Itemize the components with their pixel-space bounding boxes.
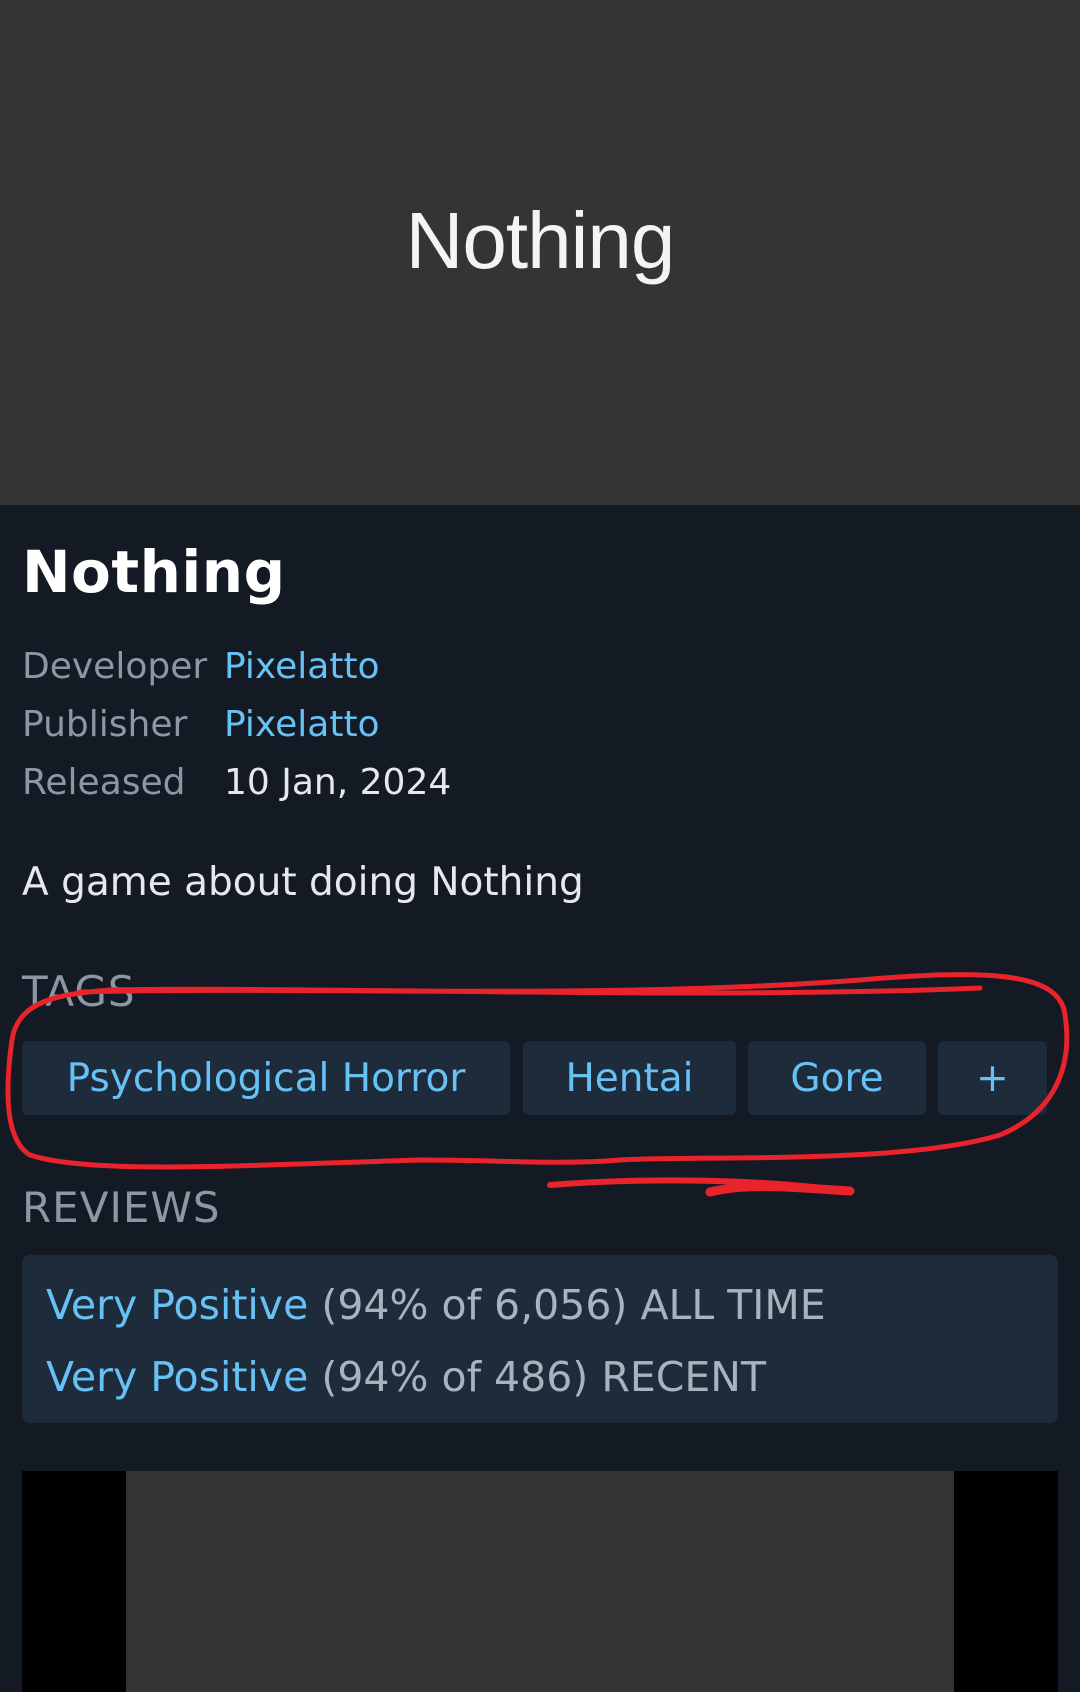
release-date: 10 Jan, 2024 (224, 762, 452, 803)
developer-row: Developer Pixelatto (22, 644, 380, 690)
reviews-heading: REVIEWS (22, 1183, 221, 1232)
tags-heading: TAGS (22, 967, 136, 1016)
review-all-time-detail: (94% of 6,056) (321, 1281, 628, 1329)
header-capsule-image: Nothing (0, 0, 1080, 505)
game-title: Nothing (22, 538, 286, 606)
game-description: A game about doing Nothing (22, 860, 584, 905)
review-all-time: Very Positive (94% of 6,056) ALL TIME (46, 1281, 826, 1329)
media-viewer[interactable] (22, 1471, 1058, 1692)
reviews-panel: Very Positive (94% of 6,056) ALL TIME Ve… (22, 1255, 1058, 1423)
developer-link[interactable]: Pixelatto (224, 644, 380, 690)
developer-label: Developer (22, 646, 208, 687)
publisher-row: Publisher Pixelatto (22, 702, 380, 748)
review-all-time-summary[interactable]: Very Positive (46, 1281, 308, 1329)
review-recent-summary[interactable]: Very Positive (46, 1353, 308, 1401)
publisher-label: Publisher (22, 704, 188, 745)
tag-gore[interactable]: Gore (748, 1041, 926, 1115)
screenshot-image[interactable] (126, 1471, 954, 1692)
review-all-time-scope: ALL TIME (640, 1281, 826, 1329)
review-recent: Very Positive (94% of 486) RECENT (46, 1353, 766, 1401)
review-recent-scope: RECENT (601, 1353, 766, 1401)
released-label: Released (22, 762, 186, 803)
tag-hentai[interactable]: Hentai (523, 1041, 736, 1115)
released-row: Released 10 Jan, 2024 (22, 760, 451, 806)
publisher-link[interactable]: Pixelatto (224, 702, 380, 748)
tag-psychological-horror[interactable]: Psychological Horror (22, 1041, 510, 1115)
store-page: Nothing Nothing Developer Pixelatto Publ… (0, 0, 1080, 1692)
tag-more-button[interactable]: + (938, 1041, 1047, 1115)
review-recent-detail: (94% of 486) (321, 1353, 589, 1401)
capsule-title: Nothing (405, 196, 676, 285)
